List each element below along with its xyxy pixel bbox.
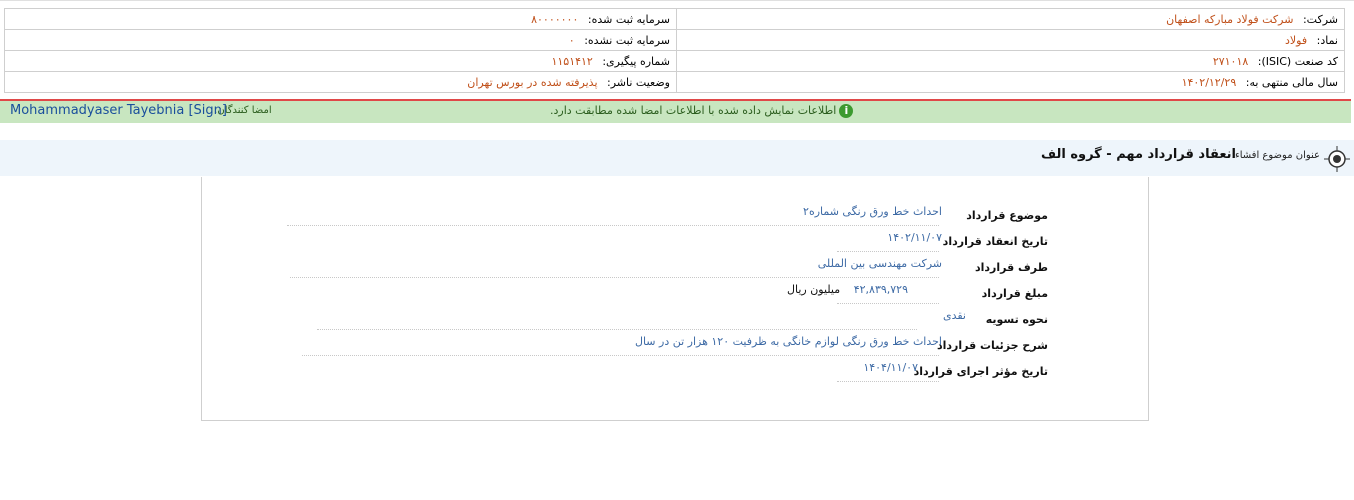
row-divider [290,277,939,278]
info-icon: i [839,104,854,118]
contract-effective-date-value: ۱۴۰۴/۱۱/۰۷ [863,361,918,374]
top-border [0,0,1354,5]
target-icon [1324,146,1350,172]
isic-cell: کد صنعت (ISIC): ۲۷۱۰۱۸ [676,50,1345,72]
tracking-label: شماره پیگیری: [602,54,670,68]
contract-date-label: تاریخ انعقاد قرارداد [942,235,1048,248]
symbol-cell: نماد: فولاد [676,29,1345,51]
contract-subject-label: موضوع قرارداد [966,209,1048,222]
company-label: شرکت: [1302,12,1338,26]
disclosure-title: انعقاد قرارداد مهم - گروه الف [1041,147,1236,162]
disclosure-title-label: عنوان موضوع افشاء: [1231,150,1320,161]
fiscal-year-label: سال مالی منتهی به: [1245,75,1338,89]
symbol-label: نماد: [1316,33,1338,47]
contract-settlement-value: نقدی [942,309,966,322]
fiscal-year-cell: سال مالی منتهی به: ۱۴۰۲/۱۲/۲۹ [676,71,1345,93]
contract-amount-label: مبلغ قرارداد [981,287,1048,300]
contract-row-details: شرح جزئیات قرارداد احداث خط ورق رنگی لوا… [635,335,1048,359]
fiscal-year-value: ۱۴۰۲/۱۲/۲۹ [1181,75,1237,89]
contract-panel: موضوع قرارداد احداث خط ورق رنگی شماره۲ ت… [201,177,1149,421]
contract-row-party: طرف قرارداد شرکت مهندسی بین المللی [818,257,1048,281]
contract-details-label: شرح جزئیات قرارداد [936,339,1048,352]
company-value: شرکت فولاد مبارکه اصفهان [1166,12,1294,26]
contract-row-settlement: نحوه تسویه نقدی [848,309,1048,333]
contract-subject-value: احداث خط ورق رنگی شماره۲ [803,205,942,218]
contract-row-amount: مبلغ قرارداد ۴۲,۸۳۹,۷۲۹ [848,283,1048,307]
symbol-value: فولاد [1284,33,1308,47]
contract-party-value: شرکت مهندسی بین المللی [817,257,942,270]
tracking-cell: شماره پیگیری: ۱۱۵۱۴۱۲ [4,50,677,72]
isic-label: کد صنعت (ISIC): [1257,54,1338,68]
contract-party-label: طرف قرارداد [974,261,1048,274]
disclosure-title-bar: عنوان موضوع افشاء: انعقاد قرارداد مهم - … [0,140,1354,176]
contract-amount-unit: میلیون ریال [787,283,841,296]
registered-capital-value: ۸۰۰۰۰۰۰۰ [531,12,579,26]
info-row: شرکت: شرکت فولاد مبارکه اصفهان سرمایه ثب… [4,8,1345,30]
contract-date-value: ۱۴۰۲/۱۱/۰۷ [887,231,942,244]
info-row: سال مالی منتهی به: ۱۴۰۲/۱۲/۲۹ وضعیت ناشر… [4,71,1345,93]
info-row: نماد: فولاد سرمایه ثبت نشده: ۰ [4,29,1345,51]
unregistered-capital-cell: سرمایه ثبت نشده: ۰ [4,29,677,51]
publisher-status-value: پذیرفته شده در بورس تهران [467,75,598,89]
unregistered-capital-label: سرمایه ثبت نشده: [584,33,670,47]
tracking-value: ۱۱۵۱۴۱۲ [551,54,593,68]
signature-bar: iاطلاعات نمایش داده شده با اطلاعات امضا … [0,99,1351,123]
row-divider [287,225,939,226]
contract-details-value: احداث خط ورق رنگی لوازم خانگی به ظرفیت ۱… [634,335,942,348]
signature-message: iاطلاعات نمایش داده شده با اطلاعات امضا … [550,104,854,118]
company-cell: شرکت: شرکت فولاد مبارکه اصفهان [676,8,1345,30]
contract-amount-value: ۴۲,۸۳۹,۷۲۹ [853,283,908,296]
contract-effective-date-label: تاریخ مؤثر اجرای قرارداد [913,365,1048,378]
info-row: کد صنعت (ISIC): ۲۷۱۰۱۸ شماره پیگیری: ۱۱۵… [4,50,1345,72]
row-divider [317,329,917,330]
registered-capital-label: سرمایه ثبت شده: [587,12,670,26]
row-divider [837,381,939,382]
row-divider [837,303,939,304]
publisher-status-label: وضعیت ناشر: [607,75,670,89]
signers-link[interactable]: Mohammadyaser Tayebnia [Sign] [10,103,227,118]
row-divider [302,355,939,356]
contract-settlement-label: نحوه تسویه [985,313,1048,326]
contract-row-subject: موضوع قرارداد احداث خط ورق رنگی شماره۲ [803,205,1048,229]
isic-value: ۲۷۱۰۱۸ [1212,54,1249,68]
registered-capital-cell: سرمایه ثبت شده: ۸۰۰۰۰۰۰۰ [4,8,677,30]
row-divider [837,251,939,252]
contract-row-effective-date: تاریخ مؤثر اجرای قرارداد ۱۴۰۴/۱۱/۰۷ [848,361,1048,385]
unregistered-capital-value: ۰ [568,33,575,47]
signature-message-text: اطلاعات نمایش داده شده با اطلاعات امضا ش… [550,104,837,117]
company-info-table: شرکت: شرکت فولاد مبارکه اصفهان سرمایه ثب… [4,8,1345,93]
publisher-status-cell: وضعیت ناشر: پذیرفته شده در بورس تهران [4,71,677,93]
contract-row-date: تاریخ انعقاد قرارداد ۱۴۰۲/۱۱/۰۷ [848,231,1048,255]
